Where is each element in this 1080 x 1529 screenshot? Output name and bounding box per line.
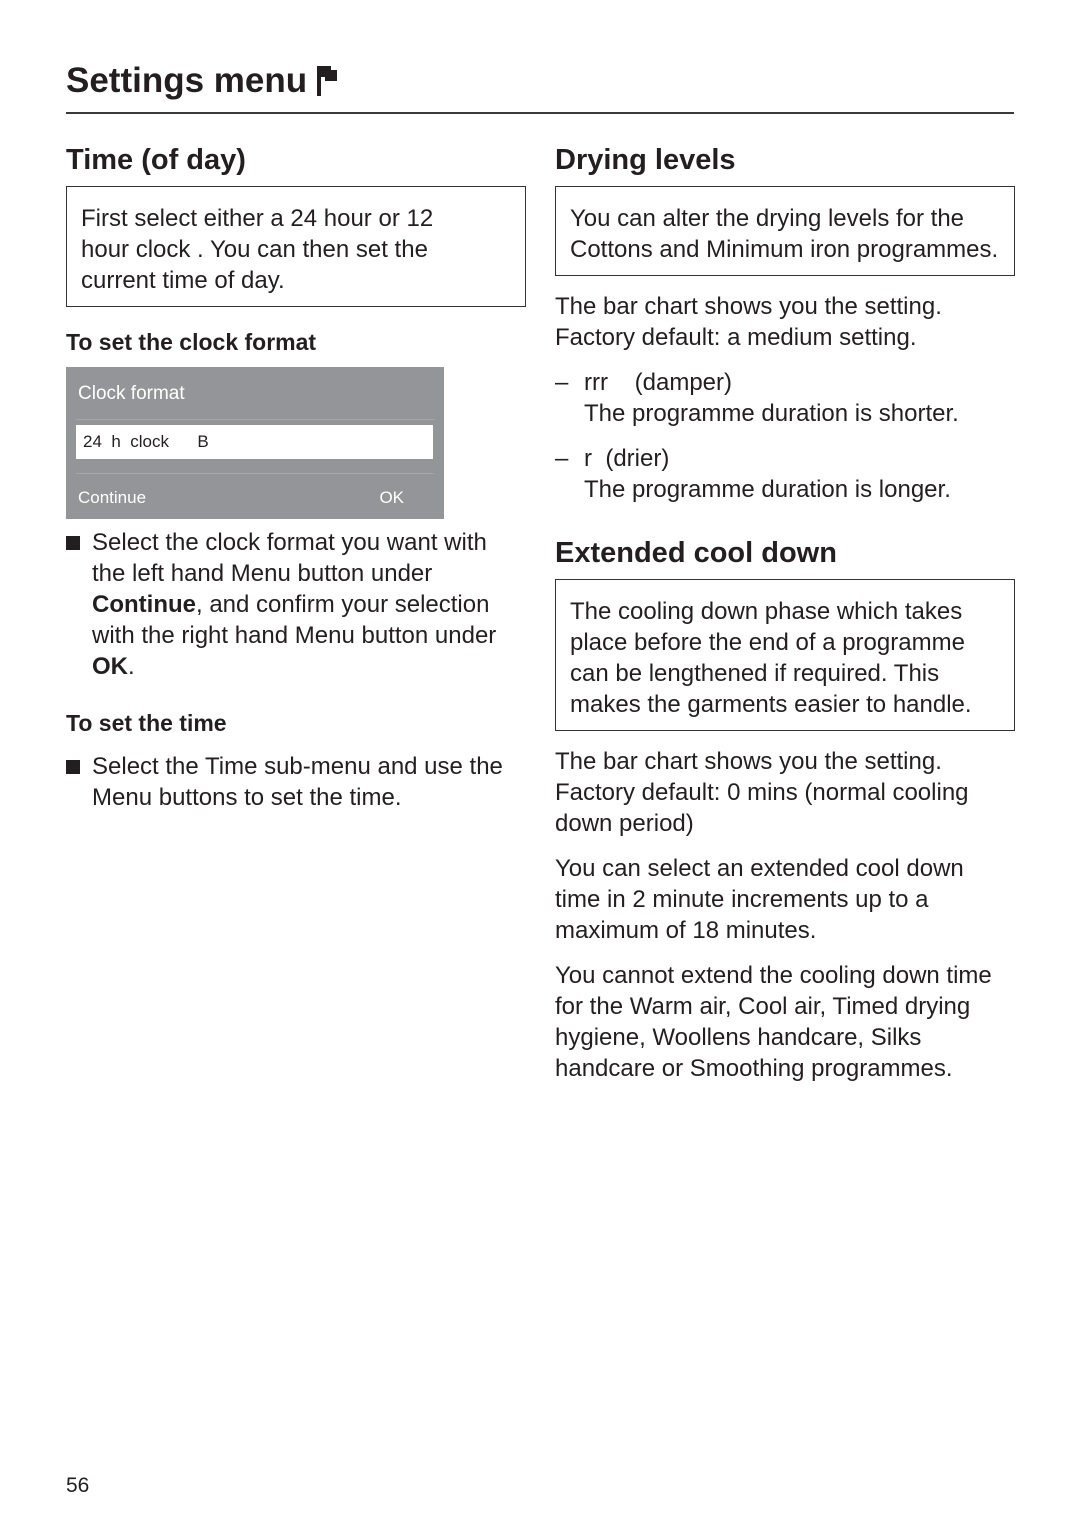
cool-down-paragraph: You can select an extended cool down tim…	[555, 855, 964, 944]
ok-softkey[interactable]: OK	[379, 488, 404, 508]
clock-format-option[interactable]: 24 h clock B	[76, 425, 433, 459]
display-title: Clock format	[78, 383, 185, 404]
bar-symbol: r	[584, 445, 592, 472]
time-of-day-intro-box: First select either a 24 hour or 12 hour…	[66, 186, 526, 307]
step-text: Select the clock format you want with th…	[92, 529, 497, 680]
clock-format-display: Clock format 24 h clock B Continue OK	[66, 367, 444, 519]
page-title: Settings menu	[66, 58, 339, 104]
extended-cool-down-heading: Extended cool down	[555, 537, 837, 569]
drying-level-item: – rrr (damper) The programme duration is …	[555, 369, 959, 427]
drying-level-item: – r (drier) The programme duration is lon…	[555, 445, 951, 503]
flag-icon	[315, 64, 339, 98]
bullet-square-icon	[66, 536, 80, 550]
bar-symbol: rrr	[584, 369, 608, 396]
display-divider	[76, 419, 434, 420]
drying-levels-section: Drying levels You can alter the drying l…	[555, 140, 1015, 1084]
bullet-square-icon	[66, 760, 80, 774]
time-of-day-heading: Time (of day)	[66, 144, 246, 176]
clock-format-step: Select the clock format you want with th…	[66, 527, 526, 682]
intro-line: current time of day.	[81, 267, 285, 294]
intro-line: First select either a 24 hour or 12	[81, 205, 434, 232]
display-divider	[76, 473, 434, 474]
continue-softkey[interactable]: Continue	[78, 488, 146, 508]
title-divider	[66, 112, 1014, 114]
drying-levels-heading: Drying levels	[555, 144, 736, 176]
drying-levels-intro-box: You can alter the drying levels for the …	[555, 186, 1015, 276]
page-title-text: Settings menu	[66, 61, 308, 100]
drying-bar-chart-text: The bar chart shows you the setting. Fac…	[555, 293, 942, 351]
page-number: 56	[66, 1474, 90, 1497]
cool-down-paragraph: The bar chart shows you the setting. Fac…	[555, 748, 969, 837]
clock-format-heading: To set the clock format	[66, 329, 317, 355]
step-text: Select the Time sub-menu and use the Men…	[92, 753, 503, 811]
intro-line: hour clock . You can then set the	[81, 236, 428, 263]
set-time-heading: To set the time	[66, 710, 227, 736]
time-of-day-section: Time (of day) First select either a 24 h…	[66, 140, 526, 813]
set-time-step: Select the Time sub-menu and use the Men…	[66, 751, 526, 813]
cool-down-intro-box: The cooling down phase which takes place…	[555, 579, 1015, 731]
cool-down-paragraph: You cannot extend the cooling down time …	[555, 962, 992, 1082]
